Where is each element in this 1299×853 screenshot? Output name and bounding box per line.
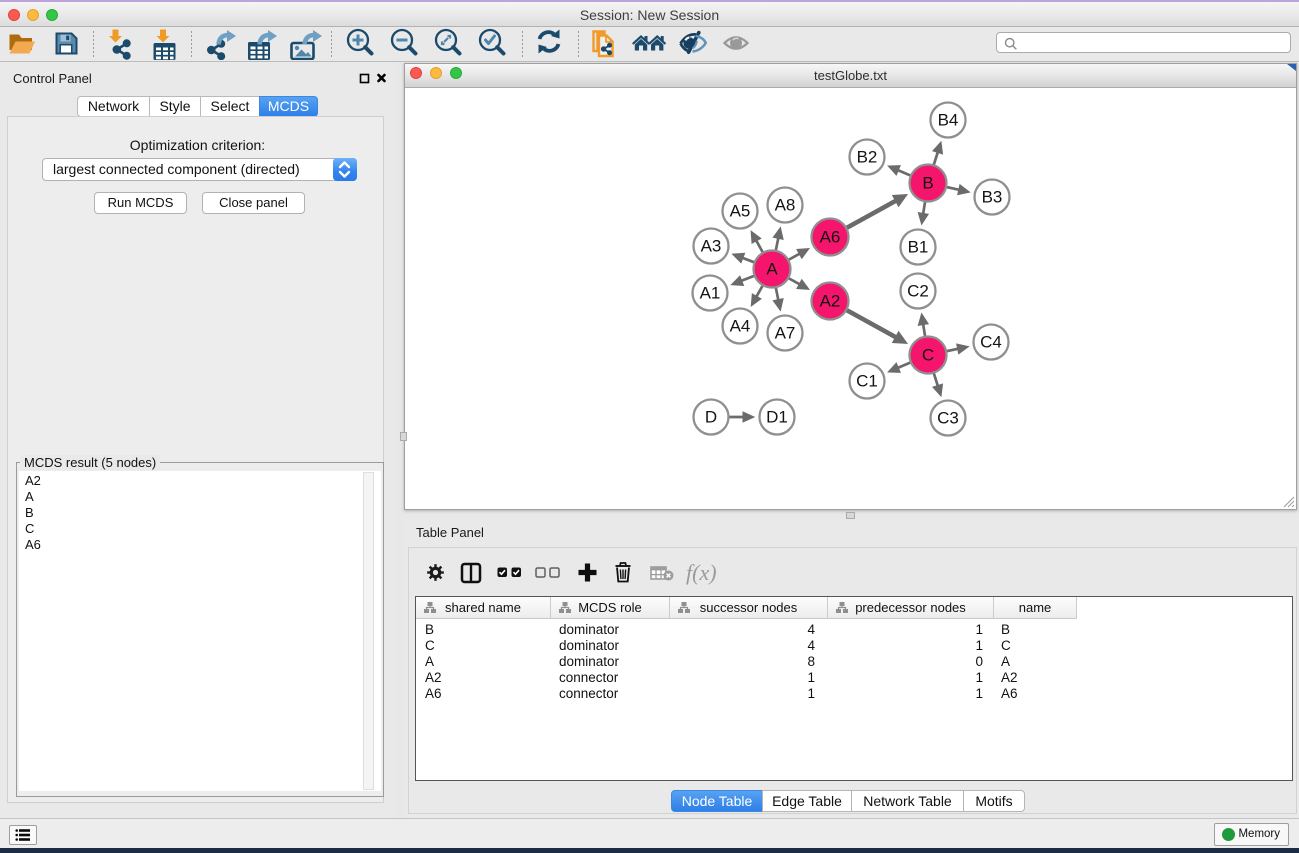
svg-text:B: B xyxy=(922,174,933,193)
svg-text:C3: C3 xyxy=(937,409,959,428)
svg-text:A3: A3 xyxy=(701,237,722,256)
svg-text:A5: A5 xyxy=(730,202,751,221)
svg-text:D1: D1 xyxy=(766,408,788,427)
svg-text:A7: A7 xyxy=(775,324,796,343)
svg-text:C4: C4 xyxy=(980,333,1002,352)
svg-text:C: C xyxy=(922,346,934,365)
svg-text:B3: B3 xyxy=(982,188,1003,207)
svg-text:A2: A2 xyxy=(820,292,841,311)
svg-text:C2: C2 xyxy=(907,282,929,301)
svg-text:A6: A6 xyxy=(820,228,841,247)
svg-text:A1: A1 xyxy=(700,284,721,303)
svg-text:A4: A4 xyxy=(730,317,751,336)
svg-text:A8: A8 xyxy=(775,196,796,215)
svg-text:B1: B1 xyxy=(908,238,929,257)
svg-text:D: D xyxy=(705,408,717,427)
svg-text:C1: C1 xyxy=(856,372,878,391)
svg-text:B2: B2 xyxy=(857,148,878,167)
svg-text:A: A xyxy=(766,260,778,279)
svg-text:B4: B4 xyxy=(938,111,959,130)
